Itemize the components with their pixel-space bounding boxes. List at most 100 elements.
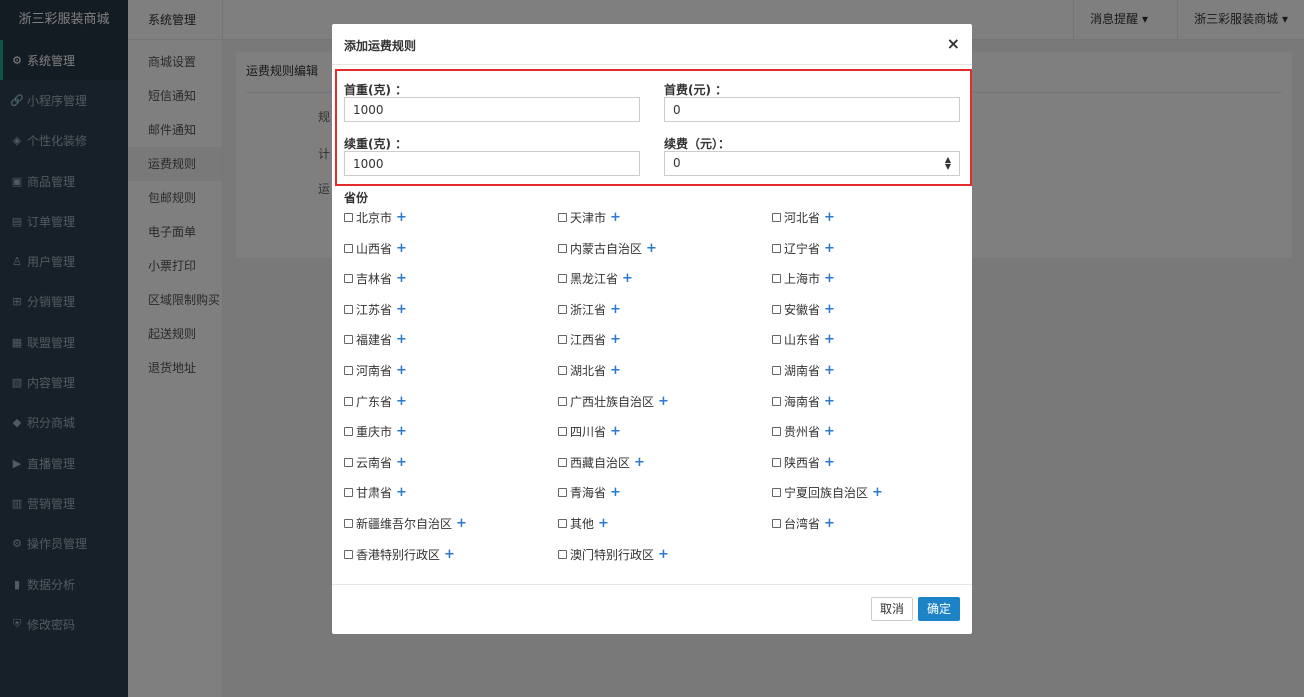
province-checkbox[interactable]: [344, 274, 353, 284]
expand-plus-icon[interactable]: +: [824, 455, 835, 470]
province-checkbox[interactable]: [772, 427, 781, 437]
province-checkbox[interactable]: [558, 519, 567, 528]
province-label: 山西省: [356, 241, 393, 256]
province-label: 吉林省: [356, 272, 393, 287]
expand-plus-icon[interactable]: +: [824, 210, 835, 225]
province-checkbox[interactable]: [558, 243, 567, 253]
expand-plus-icon[interactable]: +: [634, 455, 645, 470]
province-label: 台湾省: [784, 517, 821, 531]
province-checkbox[interactable]: [558, 213, 567, 222]
province-label: 内蒙古自治区: [570, 241, 643, 256]
province-checkbox[interactable]: [772, 213, 781, 222]
province-item: 河北省 +: [772, 209, 835, 226]
province-checkbox[interactable]: [772, 396, 781, 406]
expand-plus-icon[interactable]: +: [610, 210, 621, 225]
province-checkbox[interactable]: [344, 396, 353, 406]
expand-plus-icon[interactable]: +: [646, 241, 657, 256]
province-checkbox[interactable]: [772, 366, 781, 375]
province-label: 天津市: [570, 211, 607, 225]
expand-plus-icon[interactable]: +: [396, 210, 407, 225]
first-weight-input[interactable]: [344, 97, 640, 122]
expand-plus-icon[interactable]: +: [444, 547, 455, 562]
header-divider: [332, 64, 972, 65]
expand-plus-icon[interactable]: +: [824, 302, 835, 317]
province-checkbox[interactable]: [558, 488, 567, 498]
province-checkbox[interactable]: [772, 243, 781, 253]
expand-plus-icon[interactable]: +: [396, 302, 407, 317]
province-label: 上海市: [784, 272, 821, 287]
close-icon[interactable]: ×: [947, 34, 960, 53]
expand-plus-icon[interactable]: +: [396, 394, 407, 409]
province-checkbox[interactable]: [344, 549, 353, 559]
province-item: 四川省 +: [558, 423, 621, 440]
expand-plus-icon[interactable]: +: [824, 271, 835, 286]
province-checkbox[interactable]: [344, 519, 353, 528]
expand-plus-icon[interactable]: +: [872, 485, 883, 500]
expand-plus-icon[interactable]: +: [610, 332, 621, 347]
province-checkbox[interactable]: [558, 549, 567, 559]
confirm-button[interactable]: 确定: [918, 597, 961, 621]
province-label: 福建省: [356, 333, 393, 348]
province-checkbox[interactable]: [772, 304, 781, 314]
expand-plus-icon[interactable]: +: [396, 485, 407, 500]
province-label: 新疆维吾尔自治区: [356, 517, 453, 531]
next-fee-stepper[interactable]: 0 ▲ ▼: [664, 151, 960, 176]
spin-down-icon[interactable]: ▼: [945, 163, 951, 171]
expand-plus-icon[interactable]: +: [824, 424, 835, 439]
next-weight-input[interactable]: [344, 151, 640, 176]
province-checkbox[interactable]: [558, 304, 567, 314]
expand-plus-icon[interactable]: +: [610, 363, 621, 378]
expand-plus-icon[interactable]: +: [396, 455, 407, 470]
first-fee-label: 首费(元) ：: [664, 83, 728, 97]
province-checkbox[interactable]: [344, 366, 353, 375]
expand-plus-icon[interactable]: +: [622, 271, 633, 286]
spinner-icon[interactable]: ▲ ▼: [945, 156, 951, 171]
province-checkbox[interactable]: [558, 366, 567, 375]
province-checkbox[interactable]: [772, 335, 781, 345]
expand-plus-icon[interactable]: +: [824, 241, 835, 256]
province-checkbox[interactable]: [558, 335, 567, 345]
expand-plus-icon[interactable]: +: [824, 394, 835, 409]
province-checkbox[interactable]: [344, 427, 353, 437]
cancel-button[interactable]: 取消: [871, 597, 914, 621]
expand-plus-icon[interactable]: +: [824, 516, 835, 531]
first-fee-input[interactable]: [664, 97, 960, 122]
province-label: 香港特别行政区: [356, 547, 441, 562]
expand-plus-icon[interactable]: +: [610, 485, 621, 500]
province-checkbox[interactable]: [772, 519, 781, 528]
expand-plus-icon[interactable]: +: [396, 271, 407, 286]
expand-plus-icon[interactable]: +: [658, 394, 669, 409]
province-item: 贵州省 +: [772, 423, 835, 440]
province-item: 天津市 +: [558, 209, 621, 226]
province-item: 香港特别行政区 +: [344, 546, 455, 563]
province-checkbox[interactable]: [344, 213, 353, 222]
province-item: 湖北省 +: [558, 362, 621, 379]
province-checkbox[interactable]: [772, 274, 781, 284]
province-checkbox[interactable]: [558, 274, 567, 284]
expand-plus-icon[interactable]: +: [824, 363, 835, 378]
expand-plus-icon[interactable]: +: [396, 241, 407, 256]
province-checkbox[interactable]: [344, 304, 353, 314]
province-checkbox[interactable]: [344, 488, 353, 498]
province-checkbox[interactable]: [344, 243, 353, 253]
province-checkbox[interactable]: [344, 457, 353, 467]
province-label: 辽宁省: [784, 241, 821, 256]
province-checkbox[interactable]: [558, 457, 567, 467]
expand-plus-icon[interactable]: +: [610, 424, 621, 439]
province-checkbox[interactable]: [344, 335, 353, 345]
province-checkbox[interactable]: [772, 457, 781, 467]
expand-plus-icon[interactable]: +: [610, 302, 621, 317]
expand-plus-icon[interactable]: +: [396, 332, 407, 347]
expand-plus-icon[interactable]: +: [396, 363, 407, 378]
expand-plus-icon[interactable]: +: [658, 547, 669, 562]
province-checkbox[interactable]: [558, 396, 567, 406]
province-item: 西藏自治区 +: [558, 454, 645, 471]
province-label: 湖南省: [784, 364, 821, 378]
province-label: 江西省: [570, 333, 607, 348]
expand-plus-icon[interactable]: +: [456, 516, 467, 531]
province-checkbox[interactable]: [558, 427, 567, 437]
province-checkbox[interactable]: [772, 488, 781, 498]
expand-plus-icon[interactable]: +: [598, 516, 609, 531]
expand-plus-icon[interactable]: +: [396, 424, 407, 439]
expand-plus-icon[interactable]: +: [824, 332, 835, 347]
